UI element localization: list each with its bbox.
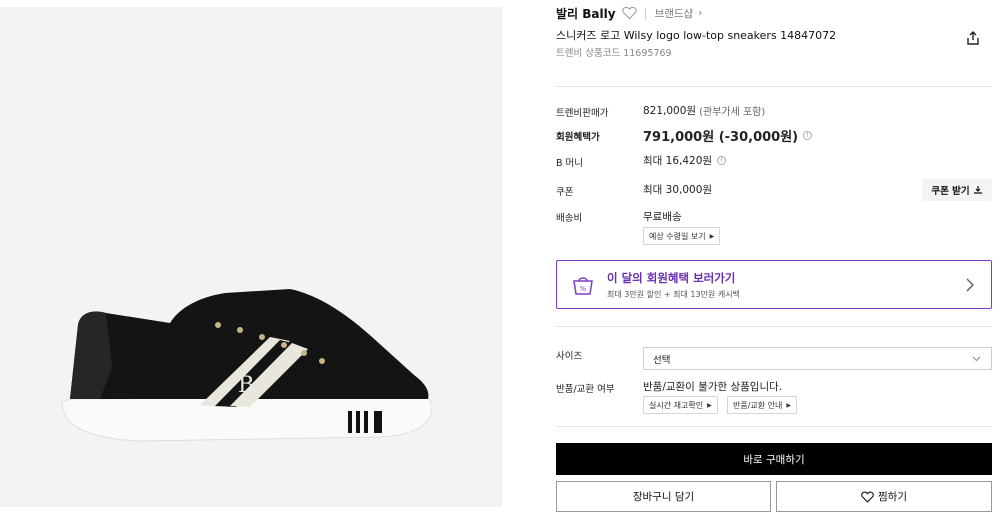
- wishlist-label: 찜하기: [878, 491, 907, 503]
- size-select-value: 선택: [653, 354, 671, 366]
- divider: [556, 426, 992, 427]
- chevron-right-icon: [966, 278, 974, 292]
- bmoney-label: B 머니: [556, 158, 584, 169]
- info-icon[interactable]: !: [717, 156, 727, 165]
- caret-right-icon: ▶: [786, 401, 792, 409]
- bmoney-row: 최대 16,420원 !: [643, 153, 727, 168]
- chevron-down-icon: [972, 356, 981, 362]
- brand-row: 발리 Bally 브랜드샵 ›: [556, 4, 702, 22]
- estimate-delivery-label: 예상 수령일 보기: [649, 231, 706, 241]
- brand-shop-label: 브랜드샵: [654, 7, 694, 20]
- product-image[interactable]: B: [0, 7, 502, 507]
- caret-right-icon: ▶: [709, 232, 715, 240]
- svg-text:%: %: [580, 285, 587, 293]
- divider: [556, 86, 992, 87]
- coupon-value: 최대 30,000원: [643, 184, 713, 196]
- size-select[interactable]: 선택: [643, 347, 992, 370]
- member-price-row: 791,000원 (-30,000원) !: [643, 126, 813, 145]
- svg-text:B: B: [238, 373, 254, 398]
- heart-icon: [861, 491, 874, 503]
- returns-label: 반품/교환 여부: [556, 384, 615, 395]
- sale-price: 821,000원: [643, 105, 697, 117]
- returns-value: 반품/교환이 불가한 상품입니다.: [643, 381, 783, 393]
- sneaker-image: B: [61, 289, 433, 442]
- heart-outline-icon[interactable]: [621, 6, 637, 20]
- info-icon[interactable]: !: [803, 131, 813, 140]
- coupon-download-button[interactable]: 쿠폰 받기: [922, 179, 992, 201]
- shopping-bag-percent-icon: %: [573, 276, 593, 295]
- member-benefit-banner[interactable]: % 이 달의 회원혜택 보러가기 최대 3만원 할인 + 최대 13만원 캐시백: [556, 260, 992, 309]
- returns-guide-label: 반품/교환 안내: [733, 400, 783, 410]
- shipping-label: 배송비: [556, 213, 583, 224]
- shipping-value: 무료배송: [643, 211, 682, 223]
- share-icon[interactable]: [965, 30, 981, 46]
- bmoney-value: 최대 16,420원: [643, 155, 713, 167]
- divider: [556, 326, 992, 327]
- returns-guide-button[interactable]: 반품/교환 안내 ▶: [727, 396, 798, 414]
- product-title: 스니커즈 로고 Wilsy logo low-top sneakers 1484…: [556, 29, 837, 42]
- buy-now-button[interactable]: 바로 구매하기: [556, 443, 992, 475]
- sale-price-note: (관부가세 포함): [699, 107, 766, 118]
- coupon-button-label: 쿠폰 받기: [931, 186, 970, 197]
- divider: [644, 7, 646, 19]
- wishlist-button[interactable]: 찜하기: [776, 481, 992, 512]
- benefit-subtitle: 최대 3만원 할인 + 최대 13만원 캐시백: [607, 289, 740, 299]
- coupon-label: 쿠폰: [556, 187, 574, 198]
- sale-price-row: 821,000원 (관부가세 포함): [643, 103, 765, 118]
- benefit-title: 이 달의 회원혜택 보러가기: [607, 270, 736, 285]
- caret-right-icon: ▶: [707, 401, 712, 409]
- stock-check-button[interactable]: 실시간 재고확인 ▶: [643, 396, 718, 414]
- product-code: 트렌비 상품코드 11695769: [556, 48, 672, 59]
- brand-shop-link[interactable]: 브랜드샵 ›: [655, 6, 703, 21]
- brand-name[interactable]: 발리 Bally: [556, 5, 616, 22]
- add-to-cart-button[interactable]: 장바구니 담기: [556, 481, 771, 512]
- member-price-label: 회원혜택가: [556, 132, 600, 143]
- download-icon: [973, 186, 982, 194]
- member-price: 791,000원 (-30,000원): [643, 130, 799, 145]
- sale-price-label: 트렌비판매가: [556, 108, 609, 119]
- size-label: 사이즈: [556, 351, 583, 362]
- stock-check-label: 실시간 재고확인: [649, 400, 704, 410]
- estimate-delivery-button[interactable]: 예상 수령일 보기 ▶: [643, 227, 721, 245]
- chevron-right-icon: ›: [698, 7, 703, 19]
- benefit-text: 이 달의 회원혜택 보러가기 최대 3만원 할인 + 최대 13만원 캐시백: [607, 270, 740, 300]
